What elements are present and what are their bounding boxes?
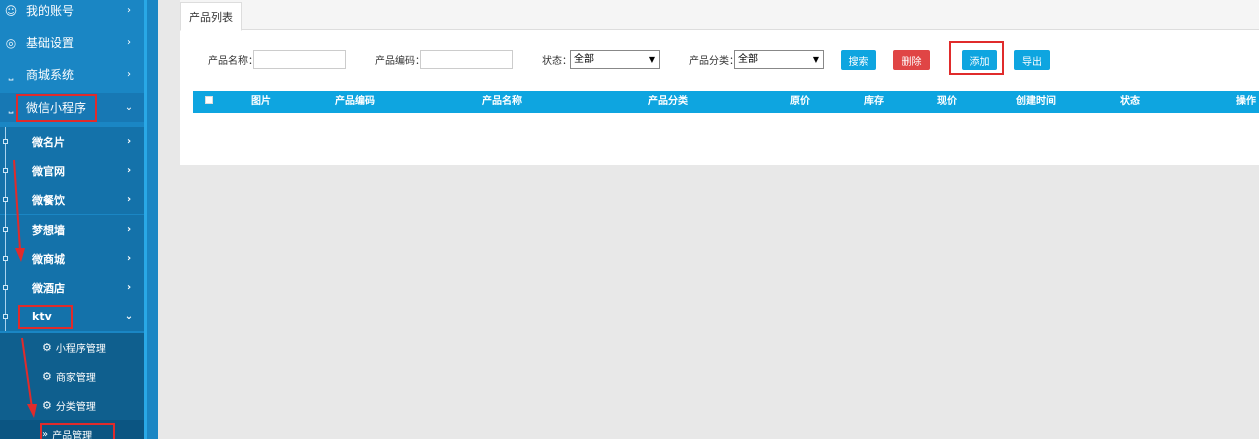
caret-down-icon: ▼ — [648, 55, 655, 64]
select-all-checkbox[interactable] — [205, 96, 213, 104]
column-header-stock: 库存 — [864, 96, 884, 107]
sidebar-rail — [144, 0, 158, 439]
product-name-label: 产品名称： — [208, 56, 258, 67]
product-code-input[interactable] — [420, 50, 513, 69]
column-header-current-price: 现价 — [937, 96, 957, 107]
product-code-label: 产品编码： — [375, 56, 425, 67]
column-header-original-price: 原价 — [790, 96, 810, 107]
category-select-value: 全部 — [738, 54, 758, 65]
status-label: 状态： — [542, 56, 572, 67]
product-name-input[interactable] — [253, 50, 346, 69]
category-select[interactable]: 全部 ▼ — [734, 50, 824, 69]
column-header-code: 产品编码 — [335, 96, 375, 107]
column-header-status: 状态 — [1120, 96, 1140, 107]
tab-product-list[interactable]: 产品列表 — [180, 2, 242, 31]
search-button[interactable]: 搜索 — [841, 50, 876, 70]
table-header: 图片 产品编码 产品名称 产品分类 原价 库存 现价 创建时间 状态 操作 — [193, 91, 1259, 113]
caret-down-icon: ▼ — [812, 55, 819, 64]
add-button[interactable]: 添加 — [962, 50, 997, 70]
column-header-name: 产品名称 — [482, 96, 522, 107]
column-header-created-time: 创建时间 — [1016, 96, 1056, 107]
tab-bar — [180, 0, 1259, 30]
delete-button[interactable]: 删除 — [893, 50, 930, 70]
export-button[interactable]: 导出 — [1014, 50, 1050, 70]
status-select-value: 全部 — [574, 54, 594, 65]
column-header-actions: 操作 — [1236, 96, 1256, 107]
arrow-head — [15, 248, 25, 262]
arrow-head — [27, 404, 37, 418]
annotation-arrows — [13, 159, 37, 418]
category-label: 产品分类： — [689, 56, 739, 67]
column-header-category: 产品分类 — [648, 96, 688, 107]
column-header-image: 图片 — [251, 96, 271, 107]
arrow-line — [21, 337, 33, 409]
arrow-line — [13, 159, 21, 251]
status-select[interactable]: 全部 ▼ — [570, 50, 660, 69]
